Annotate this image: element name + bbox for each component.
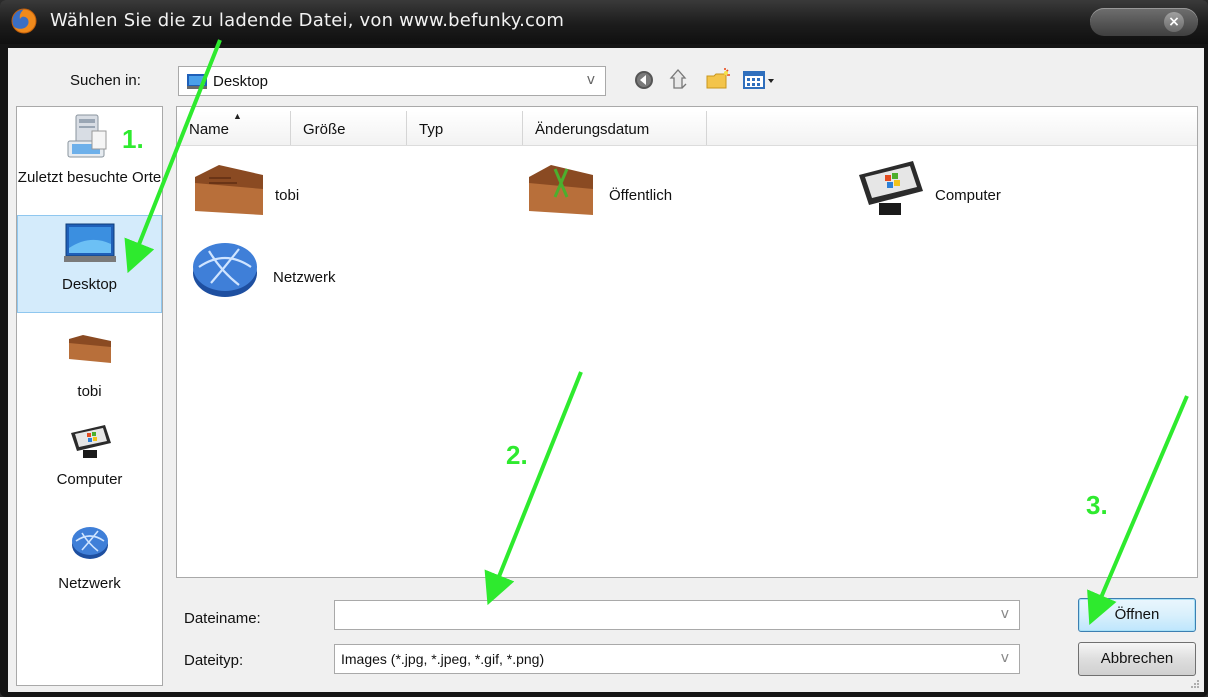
chevron-down-icon[interactable]: v xyxy=(1001,606,1009,622)
new-folder-icon[interactable] xyxy=(704,66,732,94)
column-label: Name xyxy=(189,121,230,138)
up-folder-icon[interactable] xyxy=(668,66,692,94)
list-item[interactable]: tobi xyxy=(189,157,389,227)
list-item[interactable]: Netzwerk xyxy=(189,237,389,307)
close-button[interactable]: × xyxy=(1090,8,1198,36)
place-label: Computer xyxy=(56,471,123,488)
column-label: Größe xyxy=(303,121,346,138)
lookin-dropdown[interactable]: Desktop v xyxy=(178,66,606,96)
step-1-label: 1. xyxy=(122,124,144,154)
window-title: Wählen Sie die zu ladende Datei, von www… xyxy=(50,10,565,31)
place-label: Desktop xyxy=(61,276,118,293)
filetype-value: Images (*.jpg, *.jpeg, *.gif, *.png) xyxy=(341,651,545,667)
network-icon xyxy=(193,243,257,297)
place-label: Netzwerk xyxy=(58,575,121,592)
place-label: tobi xyxy=(77,383,102,400)
column-header: ▲ Name Größe Typ Änderungsdatum xyxy=(177,111,1197,146)
title-bar[interactable]: Wählen Sie die zu ladende Datei, von www… xyxy=(0,0,1208,44)
item-label: Netzwerk xyxy=(273,269,336,286)
column-date[interactable]: Änderungsdatum xyxy=(523,111,707,145)
recent-places-icon xyxy=(67,114,106,158)
lookin-label: Suchen in: xyxy=(70,72,141,89)
chevron-down-icon[interactable]: v xyxy=(587,72,595,88)
list-item[interactable]: Öffentlich xyxy=(523,157,723,227)
chevron-down-icon[interactable]: v xyxy=(1001,650,1009,666)
filename-label: Dateiname: xyxy=(184,610,261,627)
places-bar: Zuletzt besuchte Orte Desktop tobi Compu… xyxy=(16,106,163,686)
lookin-value: Desktop xyxy=(213,73,269,90)
desktop-icon xyxy=(63,223,116,262)
column-label: Änderungsdatum xyxy=(535,121,650,138)
computer-icon xyxy=(859,161,923,215)
resize-grip-icon[interactable] xyxy=(1190,679,1200,689)
column-name[interactable]: ▲ Name xyxy=(177,111,291,145)
filetype-select[interactable]: Images (*.jpg, *.jpeg, *.gif, *.png) v xyxy=(334,644,1020,674)
view-menu-icon[interactable] xyxy=(742,66,780,94)
step-3-label: 3. xyxy=(1086,490,1108,520)
network-icon xyxy=(71,527,108,559)
item-label: Öffentlich xyxy=(609,187,673,204)
place-label: Zuletzt besuchte Orte xyxy=(17,169,162,186)
desktop-small-icon xyxy=(187,74,207,89)
place-computer[interactable]: Computer xyxy=(17,415,162,507)
place-network[interactable]: Netzwerk xyxy=(17,519,162,611)
user-folder-icon xyxy=(68,335,111,363)
column-size[interactable]: Größe xyxy=(291,111,407,145)
filetype-label: Dateityp: xyxy=(184,652,244,669)
step-2-label: 2. xyxy=(506,440,528,470)
item-label: tobi xyxy=(275,187,300,204)
close-icon[interactable]: × xyxy=(1164,12,1184,32)
list-item[interactable]: Computer xyxy=(853,153,1053,223)
cancel-button[interactable]: Abbrechen xyxy=(1078,642,1196,676)
firefox-icon xyxy=(11,8,37,34)
public-folder-icon xyxy=(529,165,593,215)
back-icon[interactable] xyxy=(632,66,656,94)
open-button[interactable]: Öffnen xyxy=(1078,598,1196,632)
file-open-dialog: Wählen Sie die zu ladende Datei, von www… xyxy=(0,0,1208,697)
user-folder-icon xyxy=(195,165,263,215)
sort-ascending-icon: ▲ xyxy=(233,111,242,121)
computer-icon xyxy=(70,425,111,458)
column-type[interactable]: Typ xyxy=(407,111,523,145)
place-desktop[interactable]: Desktop xyxy=(17,215,162,313)
file-list[interactable]: ▲ Name Größe Typ Änderungsdatum tobi Öff… xyxy=(176,106,1198,578)
filename-input[interactable]: v xyxy=(334,600,1020,630)
place-tobi[interactable]: tobi xyxy=(17,319,162,411)
column-label: Typ xyxy=(419,121,444,138)
item-label: Computer xyxy=(935,187,1001,204)
